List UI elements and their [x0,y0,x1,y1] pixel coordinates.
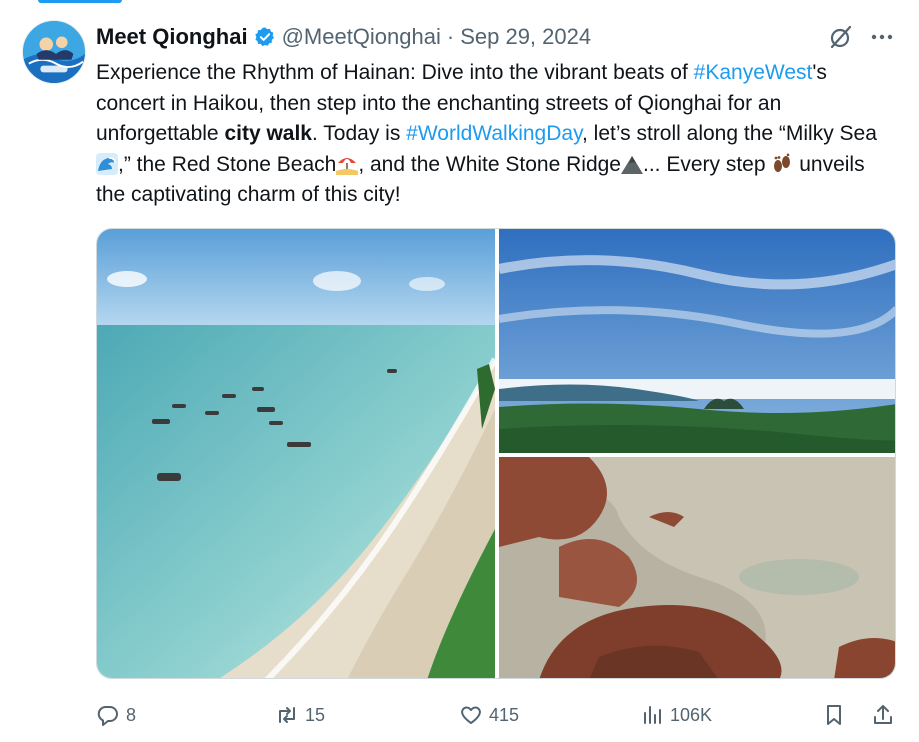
tweet-text-part: Experience the Rhythm of Hainan: Dive in… [96,61,694,84]
footprints-emoji [774,153,791,172]
bookmark-button[interactable] [822,700,846,730]
tweet-text-part: . Today is [312,122,407,145]
avatar[interactable] [22,20,86,84]
aerial-beach-boats-photo[interactable] [97,229,495,678]
red-stone-beach-photo[interactable] [499,457,895,678]
heart-icon [461,706,481,724]
top-highlight-strip [0,0,919,3]
mountain-fog-landscape-photo[interactable] [499,229,895,453]
reply-button[interactable]: 8 [96,700,136,730]
repost-icon [279,707,295,723]
share-button[interactable] [871,700,895,730]
hashtag-kanyewest[interactable]: #KanyeWest [694,61,813,84]
tweet-text-part: ,” the Red Stone Beach [118,152,337,176]
verified-badge-icon[interactable] [254,26,276,48]
header-separator: · [446,24,455,49]
view-count: 106K [670,704,713,725]
repost-count: 15 [305,704,326,725]
tweet-header: Meet Qionghai @MeetQionghai · Sep 29, 20… [96,24,591,50]
media-grid [96,228,896,679]
handle[interactable]: @MeetQionghai [282,24,441,50]
avatar-logo-image [23,21,85,83]
like-button[interactable]: 415 [459,700,519,730]
mountain-emoji [620,155,643,174]
hashtag-worldwalkingday[interactable]: #WorldWalkingDay [406,122,582,145]
views-button[interactable]: 106K [640,700,712,730]
more-dots-icon[interactable] [868,24,896,50]
display-name[interactable]: Meet Qionghai [96,24,248,50]
top-highlight-bar [38,0,122,3]
action-bar: 8 15 415 106K [96,700,896,730]
reply-count: 8 [126,704,137,725]
repost-button[interactable]: 15 [275,700,325,730]
post-date[interactable]: Sep 29, 2024 [460,24,591,50]
reply-icon [97,706,118,726]
grok-icon[interactable] [828,24,854,50]
tweet-text-part: , and the White Stone Ridge [358,152,621,176]
like-count: 415 [489,704,520,725]
tweet-text: Experience the Rhythm of Hainan: Dive in… [96,58,896,211]
tweet-bold-text: city walk [224,122,312,145]
tweet-text-part: , let’s stroll along the “Milky Sea [582,122,877,145]
beach-umbrella-emoji [336,157,359,175]
wave-emoji [96,152,118,175]
views-chart-icon [644,706,661,724]
tweet-text-part: ... Every step [642,152,772,176]
bookmark-icon [827,705,841,725]
share-icon [874,705,892,724]
